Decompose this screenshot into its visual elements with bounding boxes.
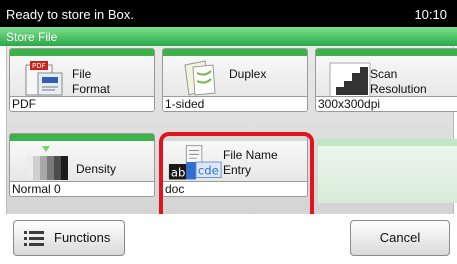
tile-file-name-entry[interactable]: ab cde File Name Entry doc: [162, 133, 308, 197]
tile-label: File Format: [72, 67, 111, 96]
screen-title-bar: Store File: [0, 27, 457, 46]
status-message: Ready to store in Box.: [6, 7, 134, 22]
tile-label: Density: [76, 162, 117, 176]
tile-scan-resolution[interactable]: Scan Resolution 300x300dpi: [315, 48, 457, 112]
cancel-button-label: Cancel: [379, 230, 421, 245]
tile-label: File Name Entry: [223, 148, 278, 177]
tile-value: PDF: [10, 96, 154, 111]
menu-list-icon: [24, 231, 44, 246]
tile-top-bar: [10, 49, 154, 56]
density-gradient-icon: [26, 146, 68, 180]
tile-top-bar: [163, 134, 307, 141]
tile-label: Scan Resolution: [370, 67, 427, 96]
status-bar: Ready to store in Box. 10:10: [0, 0, 457, 27]
svg-text:PDF: PDF: [32, 62, 46, 70]
tile-file-format[interactable]: PDF File Format PDF: [9, 48, 155, 112]
tile-value: 1-sided: [163, 96, 307, 111]
tile-density[interactable]: Density Normal 0: [9, 133, 155, 197]
tile-value: Normal 0: [10, 181, 154, 196]
settings-panel: PDF File Format PDF Duplex 1-sided Scan …: [6, 46, 457, 214]
tile-label: Duplex: [229, 67, 267, 81]
pdf-file-format-icon: PDF: [25, 61, 63, 96]
svg-text:ab: ab: [171, 166, 185, 180]
cancel-button[interactable]: Cancel: [350, 220, 450, 256]
tile-top-bar: [316, 49, 457, 56]
tile-value: doc: [163, 181, 307, 196]
screen-title: Store File: [6, 30, 58, 44]
tile-top-bar: [163, 49, 307, 56]
duplex-pages-icon: [184, 60, 216, 96]
functions-button[interactable]: Functions: [13, 220, 125, 256]
status-time: 10:10: [414, 7, 447, 22]
tile-top-bar: [10, 134, 154, 141]
empty-tile-slot: [317, 139, 457, 203]
svg-text:cde: cde: [198, 164, 219, 178]
scan-resolution-icon: [329, 62, 371, 98]
bottom-bar: Functions Cancel: [0, 214, 457, 264]
file-name-entry-icon: ab cde: [168, 145, 222, 180]
tile-duplex[interactable]: Duplex 1-sided: [162, 48, 308, 112]
tile-value: 300x300dpi: [316, 96, 457, 111]
functions-button-label: Functions: [54, 230, 111, 245]
